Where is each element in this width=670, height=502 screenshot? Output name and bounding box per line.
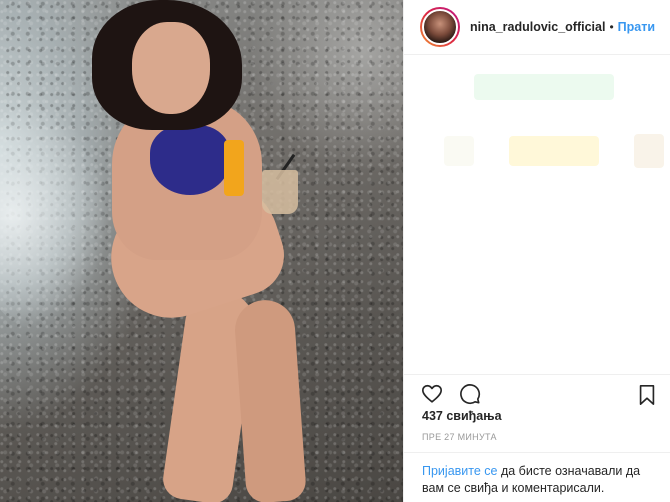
post-side-panel: nina_radulovic_official • Прати 437 свиђ… — [403, 0, 670, 502]
photo-sunscreen-bottle — [224, 140, 244, 196]
bookmark-icon[interactable] — [635, 383, 659, 407]
likes-count[interactable]: 437 свиђања — [422, 409, 502, 423]
blurred-comment — [634, 134, 664, 168]
post-photo[interactable] — [0, 0, 403, 502]
avatar[interactable] — [420, 7, 460, 47]
photo-figure-face — [132, 22, 210, 114]
username-link[interactable]: nina_radulovic_official — [470, 20, 605, 34]
login-prompt: Пријавите се да бисте означавали да вам … — [404, 452, 670, 502]
action-bar — [404, 374, 670, 412]
photo-drink-cup — [262, 170, 298, 214]
post-timestamp[interactable]: ПРЕ 27 МИНУТА — [422, 432, 497, 442]
separator-dot: • — [609, 20, 614, 34]
heart-icon[interactable] — [420, 382, 444, 406]
comments-area — [404, 56, 670, 374]
blurred-comment — [509, 136, 599, 166]
comment-icon[interactable] — [458, 382, 482, 406]
avatar-image — [422, 9, 458, 45]
login-link[interactable]: Пријавите се — [422, 464, 497, 478]
blurred-comment — [444, 136, 474, 166]
photo-figure-bikini — [150, 125, 230, 195]
post-header: nina_radulovic_official • Прати — [404, 0, 670, 55]
blurred-comment — [474, 74, 614, 100]
follow-button[interactable]: Прати — [618, 20, 655, 34]
